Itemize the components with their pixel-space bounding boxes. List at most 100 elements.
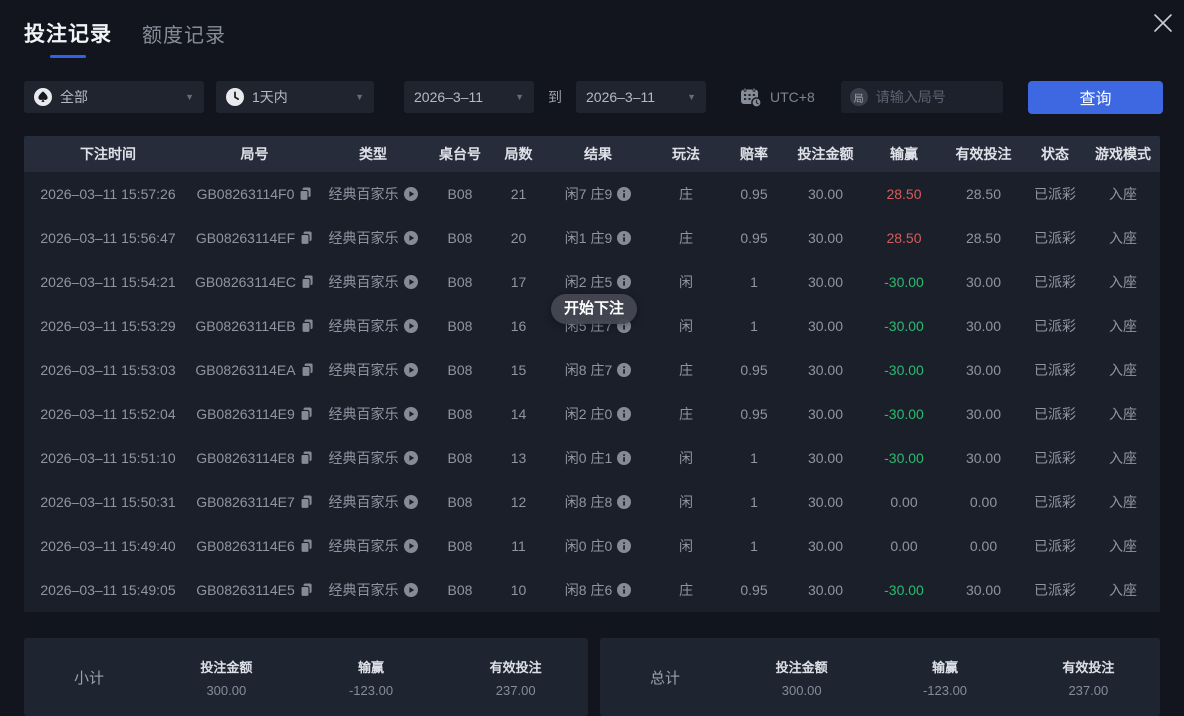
table-no-cell: B08 (429, 538, 491, 554)
active-tab-underline (50, 55, 86, 58)
subtotal-winloss-group: 输赢 -123.00 (299, 657, 444, 698)
copy-icon[interactable] (300, 583, 313, 597)
subtotal-winloss-value: -123.00 (299, 683, 444, 698)
filter-bar: 全部 ▼ 1天内 ▼ 2026–3–11 ▼ 到 2026–3–11 ▼ (24, 81, 1163, 113)
date-from-select[interactable]: 2026–3–11 ▼ (404, 81, 534, 113)
timezone-display[interactable]: UTC+8 (740, 87, 815, 108)
play-icon[interactable] (404, 407, 418, 421)
column-header: 类型 (317, 144, 429, 164)
game-type-cell: 经典百家乐 (317, 184, 429, 204)
round-no-cell: 20 (491, 230, 546, 246)
info-icon[interactable] (617, 187, 631, 201)
bet-amount-cell: 30.00 (786, 230, 865, 246)
result-cell: 闲8 庄6 (546, 580, 650, 600)
bet-time-cell: 2026–03–11 15:53:29 (24, 318, 192, 334)
bet-time-cell: 2026–03–11 15:54:21 (24, 274, 192, 290)
date-to-select[interactable]: 2026–3–11 ▼ (576, 81, 706, 113)
copy-icon[interactable] (300, 231, 313, 245)
timezone-value: UTC+8 (770, 89, 815, 105)
column-header: 赔率 (722, 144, 786, 164)
info-icon[interactable] (617, 275, 631, 289)
spade-circle-icon (34, 88, 52, 106)
query-button[interactable]: 查询 (1028, 81, 1163, 114)
mode-cell: 入座 (1086, 580, 1160, 600)
bet-time-cell: 2026–03–11 15:49:05 (24, 582, 192, 598)
table-no-cell: B08 (429, 494, 491, 510)
tab-quota-records[interactable]: 额度记录 (142, 18, 226, 48)
info-icon[interactable] (617, 363, 631, 377)
round-no-cell: 16 (491, 318, 546, 334)
game-type-select[interactable]: 全部 ▼ (24, 81, 204, 113)
copy-icon[interactable] (300, 539, 313, 553)
round-search-field[interactable]: 局 (841, 81, 1003, 113)
play-icon[interactable] (404, 363, 418, 377)
bet-amount-cell: 30.00 (786, 318, 865, 334)
info-icon[interactable] (617, 539, 631, 553)
result-cell: 闲2 庄5 (546, 272, 650, 292)
info-icon[interactable] (617, 451, 631, 465)
round-id-cell: GB08263114E9 (192, 406, 317, 422)
column-header: 游戏模式 (1086, 144, 1160, 164)
odds-cell: 0.95 (722, 230, 786, 246)
info-icon[interactable] (617, 583, 631, 597)
win-loss-cell: -30.00 (865, 582, 943, 598)
tab-bet-records[interactable]: 投注记录 (24, 18, 112, 58)
round-id-cell: GB08263114EB (192, 318, 317, 334)
table-no-cell: B08 (429, 318, 491, 334)
time-range-select[interactable]: 1天内 ▼ (216, 81, 374, 113)
bet-amount-cell: 30.00 (786, 582, 865, 598)
copy-icon[interactable] (299, 187, 312, 201)
valid-bet-cell: 30.00 (943, 582, 1024, 598)
round-badge-icon: 局 (850, 88, 868, 106)
mode-cell: 入座 (1086, 404, 1160, 424)
subtotal-bar: 小计 投注金额 300.00 输赢 -123.00 有效投注 237.00 (24, 638, 588, 716)
copy-icon[interactable] (300, 451, 313, 465)
play-icon[interactable] (404, 539, 418, 553)
play-icon[interactable] (404, 275, 418, 289)
column-header: 投注金额 (786, 144, 865, 164)
valid-bet-cell: 30.00 (943, 274, 1024, 290)
status-cell: 已派彩 (1024, 404, 1086, 424)
play-icon[interactable] (404, 231, 418, 245)
win-loss-cell: 28.50 (865, 230, 943, 246)
info-icon[interactable] (617, 231, 631, 245)
round-no-cell: 21 (491, 186, 546, 202)
info-icon[interactable] (617, 495, 631, 509)
play-icon[interactable] (404, 583, 418, 597)
info-icon[interactable] (617, 407, 631, 421)
status-cell: 已派彩 (1024, 360, 1086, 380)
close-icon[interactable] (1150, 10, 1176, 36)
play-cell: 庄 (650, 184, 722, 204)
mode-cell: 入座 (1086, 228, 1160, 248)
copy-icon[interactable] (301, 363, 314, 377)
bet-time-cell: 2026–03–11 15:52:04 (24, 406, 192, 422)
column-header: 状态 (1024, 144, 1086, 164)
copy-icon[interactable] (300, 407, 313, 421)
play-icon[interactable] (404, 187, 418, 201)
game-type-cell: 经典百家乐 (317, 492, 429, 512)
column-header: 输赢 (865, 144, 943, 164)
mode-cell: 入座 (1086, 316, 1160, 336)
status-cell: 已派彩 (1024, 316, 1086, 336)
chevron-down-icon: ▼ (679, 92, 696, 102)
valid-bet-cell: 30.00 (943, 318, 1024, 334)
bet-records-table: 下注时间局号类型桌台号局数结果玩法赔率投注金额输赢有效投注状态游戏模式 2026… (24, 136, 1160, 612)
start-betting-toast: 开始下注 (551, 294, 637, 324)
win-loss-cell: -30.00 (865, 450, 943, 466)
table-row: 2026–03–11 15:49:40 GB08263114E6 经典百家乐 B… (24, 524, 1160, 568)
play-icon[interactable] (404, 319, 418, 333)
play-icon[interactable] (404, 451, 418, 465)
copy-icon[interactable] (301, 319, 314, 333)
round-no-cell: 17 (491, 274, 546, 290)
round-id-cell: GB08263114EC (192, 274, 317, 290)
odds-cell: 0.95 (722, 406, 786, 422)
valid-bet-cell: 30.00 (943, 362, 1024, 378)
total-bar: 总计 投注金额 300.00 输赢 -123.00 有效投注 237.00 (600, 638, 1160, 716)
copy-icon[interactable] (300, 495, 313, 509)
copy-icon[interactable] (301, 275, 314, 289)
round-id-cell: GB08263114F0 (192, 186, 317, 202)
round-search-input[interactable] (876, 89, 994, 105)
play-icon[interactable] (404, 495, 418, 509)
round-no-cell: 11 (491, 538, 546, 554)
status-cell: 已派彩 (1024, 492, 1086, 512)
